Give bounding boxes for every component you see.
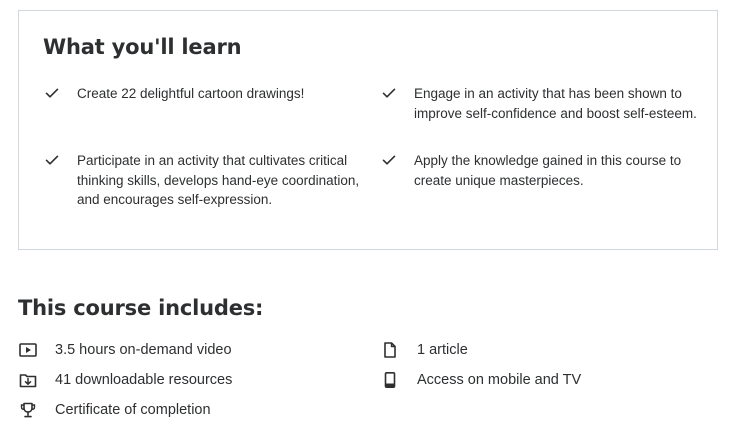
check-icon <box>382 155 396 165</box>
check-icon <box>45 155 59 165</box>
include-item-label: 3.5 hours on-demand video <box>55 342 232 358</box>
check-icon <box>382 88 396 98</box>
check-icon <box>45 88 59 98</box>
learn-item: Create 22 delightful cartoon drawings! <box>45 84 345 104</box>
include-item-label: Access on mobile and TV <box>417 372 582 388</box>
what-you-learn-title: What you'll learn <box>43 35 242 59</box>
trophy-icon <box>20 402 36 418</box>
include-item-label: 1 article <box>417 342 468 358</box>
download-icon <box>19 374 37 388</box>
learn-item: Participate in an activity that cultivat… <box>45 151 361 210</box>
learn-item-text: Participate in an activity that cultivat… <box>77 153 360 207</box>
course-includes-title: This course includes: <box>18 296 264 320</box>
learn-item-text: Engage in an activity that has been show… <box>414 86 697 121</box>
what-you-learn-section: What you'll learn Create 22 delightful c… <box>18 10 718 250</box>
learn-item-text: Create 22 delightful cartoon drawings! <box>77 86 305 101</box>
file-icon <box>384 342 396 358</box>
video-icon <box>19 343 37 357</box>
learn-item: Engage in an activity that has been show… <box>382 84 700 123</box>
include-item-label: 41 downloadable resources <box>55 372 233 388</box>
learn-item-text: Apply the knowledge gained in this cours… <box>414 153 682 188</box>
include-item-label: Certificate of completion <box>55 402 211 418</box>
learn-item: Apply the knowledge gained in this cours… <box>382 151 700 190</box>
mobile-icon <box>384 372 396 388</box>
